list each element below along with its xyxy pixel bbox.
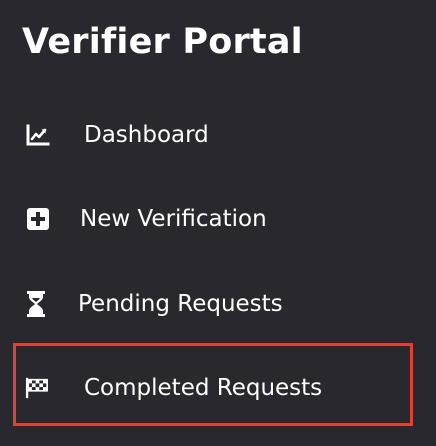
hourglass-icon xyxy=(24,291,48,317)
checkered-flag-icon xyxy=(25,376,49,400)
chart-line-icon xyxy=(26,123,50,147)
sidebar-item-new-verification[interactable]: New Verification xyxy=(0,197,436,241)
plus-square-icon xyxy=(26,207,50,231)
sidebar-item-label: Pending Requests xyxy=(78,291,283,317)
sidebar-item-pending-requests[interactable]: Pending Requests xyxy=(0,282,436,326)
sidebar: Verifier Portal Dashboard New Verificati… xyxy=(0,0,436,446)
sidebar-item-label: Completed Requests xyxy=(84,375,323,401)
sidebar-item-label: New Verification xyxy=(80,206,267,232)
portal-title: Verifier Portal xyxy=(22,22,303,62)
sidebar-item-label: Dashboard xyxy=(84,122,209,148)
sidebar-item-dashboard[interactable]: Dashboard xyxy=(0,113,436,157)
sidebar-item-completed-requests[interactable]: Completed Requests xyxy=(0,366,436,410)
